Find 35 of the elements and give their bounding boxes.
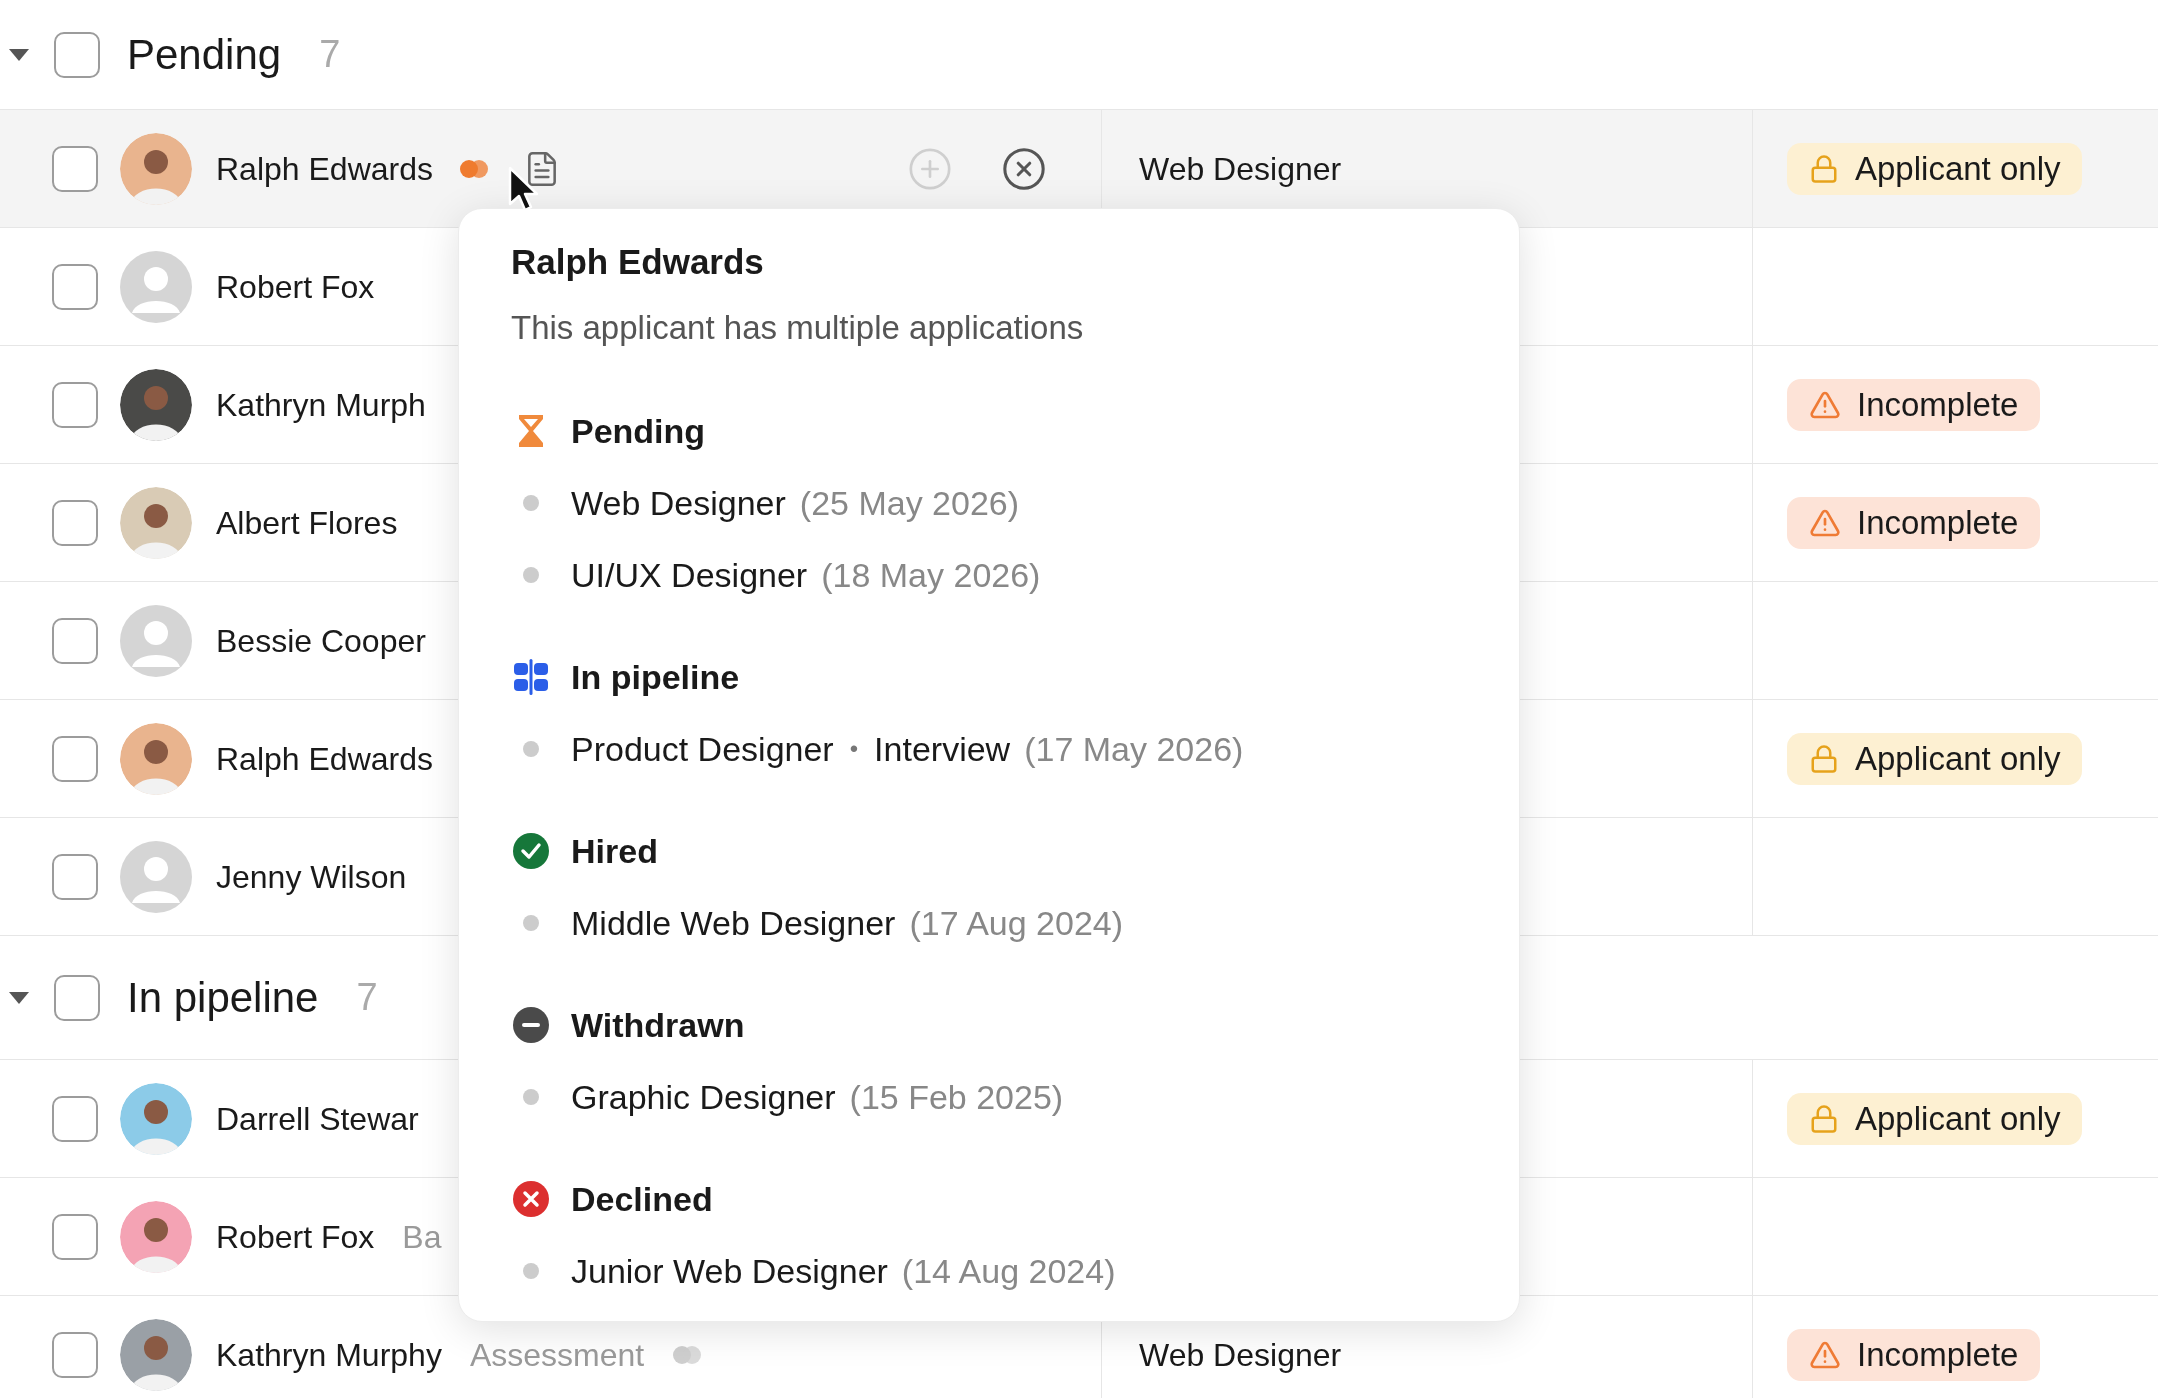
application-date: (18 May 2026): [821, 554, 1041, 596]
section-heading: Declined: [571, 1178, 713, 1220]
status-badge: Incomplete: [1787, 1328, 2041, 1381]
stage-label: Assessment: [469, 1335, 645, 1375]
group-count: 7: [356, 975, 378, 1020]
application-date: (15 Feb 2025): [849, 1076, 1064, 1118]
job-title: Web Designer: [1139, 1335, 1342, 1375]
application-date: (14 Aug 2024): [901, 1250, 1116, 1292]
section-heading: Withdrawn: [571, 1004, 745, 1046]
section-heading: In pipeline: [571, 656, 740, 698]
job-title: Web Designer: [1139, 149, 1342, 189]
section-heading: Hired: [571, 830, 658, 872]
application-title: Web Designer: [571, 482, 786, 524]
section-heading: Pending: [571, 410, 706, 452]
application-title: UI/UX Designer: [571, 554, 808, 596]
group-count: 7: [319, 32, 341, 77]
status-badge: Applicant only: [1787, 1092, 2083, 1145]
group-title: In pipeline: [127, 973, 319, 1023]
application-title: Graphic Designer: [571, 1076, 836, 1118]
stage-label: Ba: [402, 1217, 442, 1257]
application-stage: Interview: [874, 728, 1011, 770]
popover-subtitle: This applicant has multiple applications: [511, 308, 1085, 349]
separator: •: [849, 734, 859, 764]
status-badge: Incomplete: [1787, 378, 2041, 431]
application-title: Junior Web Designer: [571, 1250, 888, 1292]
application-date: (17 Aug 2024): [909, 902, 1124, 944]
group-title: Pending: [127, 30, 282, 80]
status-badge: Incomplete: [1787, 496, 2041, 549]
application-title: Product Designer: [571, 728, 834, 770]
popover-title: Ralph Edwards: [511, 240, 765, 283]
application-title: Middle Web Designer: [571, 902, 896, 944]
application-date: (17 May 2026): [1024, 728, 1244, 770]
status-badge: Applicant only: [1787, 142, 2083, 195]
application-date: (25 May 2026): [799, 482, 1020, 524]
status-badge: Applicant only: [1787, 732, 2083, 785]
